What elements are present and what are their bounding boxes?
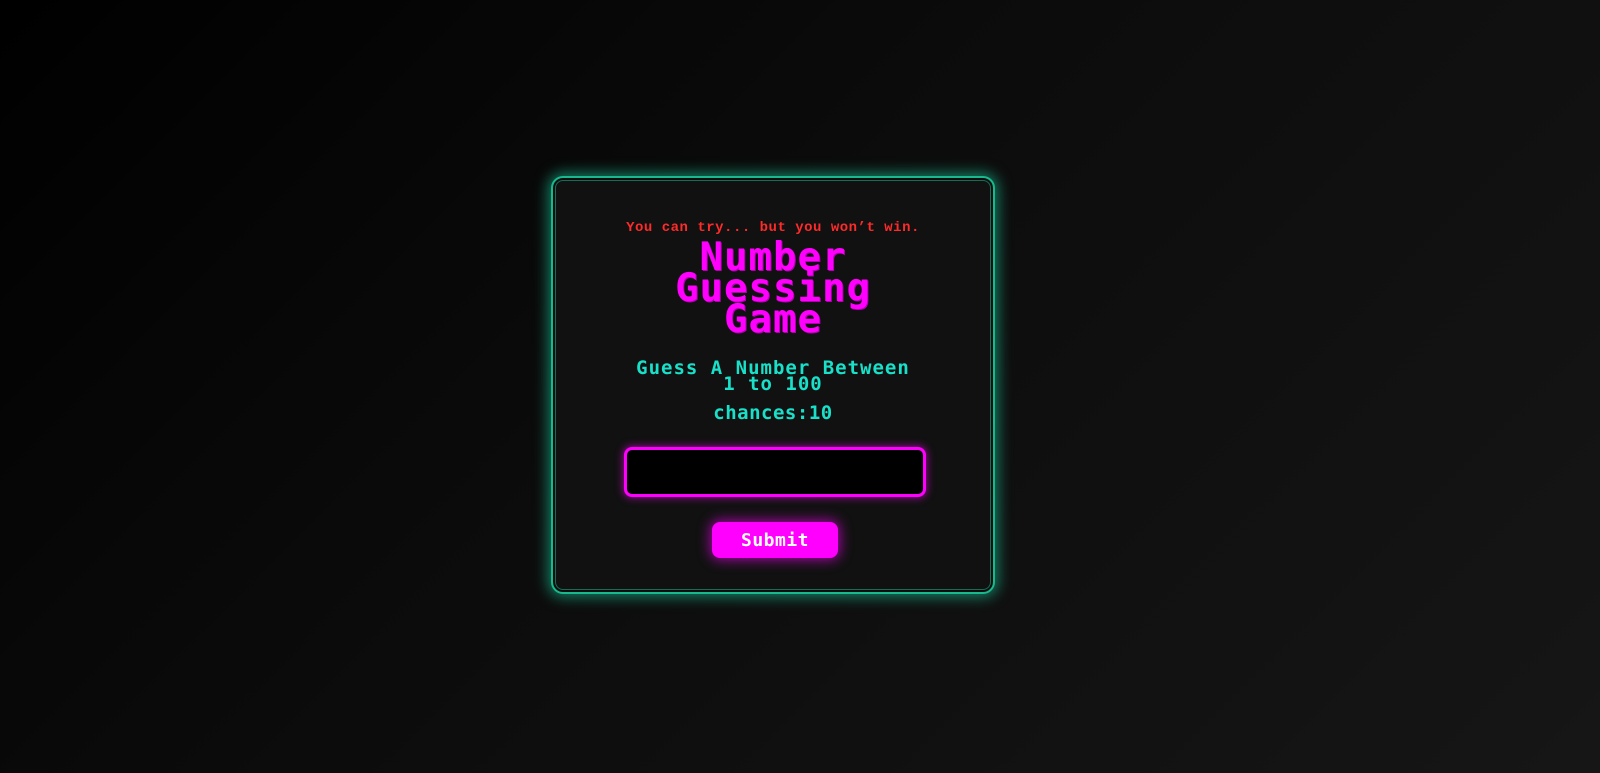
instruction-line: 1 to 100 xyxy=(723,373,823,395)
chances-value: 10 xyxy=(808,402,833,424)
chances-counter: chances:10 xyxy=(553,402,993,424)
game-title-line: Game xyxy=(724,297,822,342)
guess-input[interactable] xyxy=(624,447,926,497)
game-card: You can try... but you won’t win. Number… xyxy=(551,176,995,594)
chances-label: chances: xyxy=(713,402,809,424)
instruction-text: Guess A Number Between 1 to 100 xyxy=(553,359,993,395)
game-title: Number Guessing Game xyxy=(553,238,993,342)
submit-button[interactable]: Submit xyxy=(712,522,838,558)
taunt-text: You can try... but you won’t win. xyxy=(626,220,920,236)
